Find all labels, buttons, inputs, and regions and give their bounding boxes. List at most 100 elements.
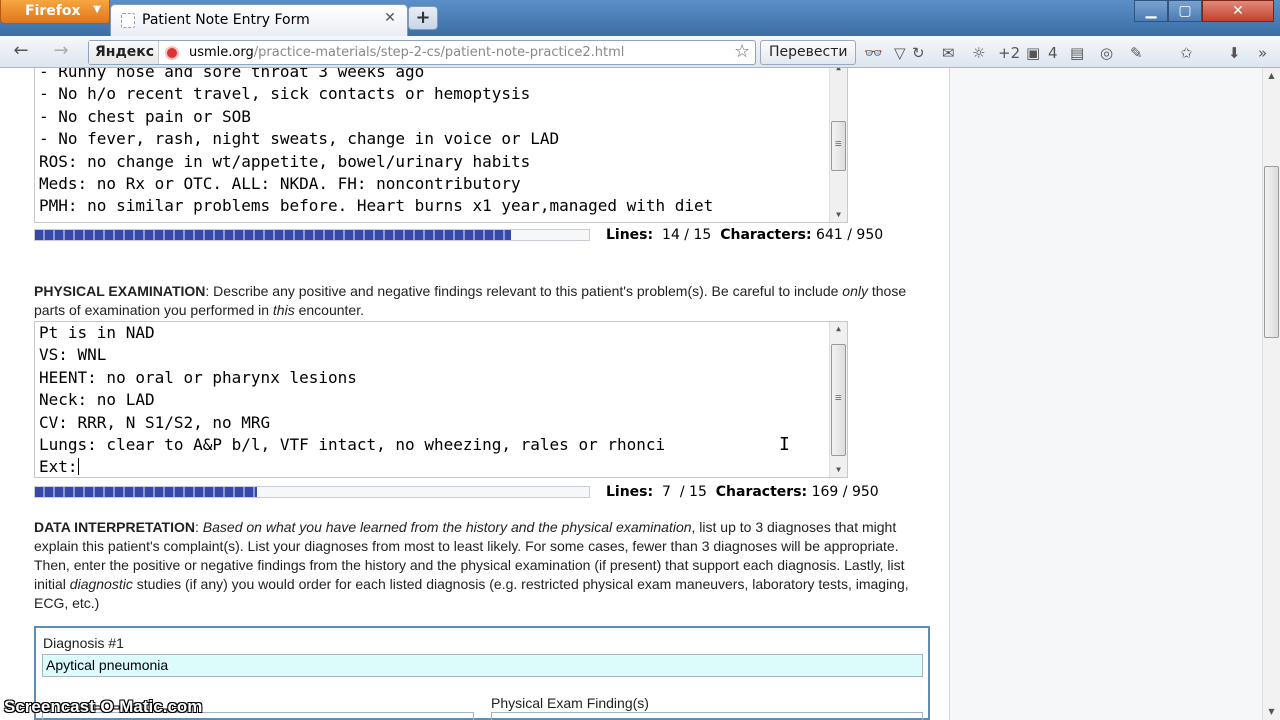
close-window-button[interactable]: ✕ xyxy=(1202,0,1274,22)
right-panel xyxy=(950,68,1262,720)
bookmark-star-icon[interactable]: ☆ xyxy=(734,41,750,62)
tab-title: Patient Note Entry Form xyxy=(142,12,310,28)
pe-line: VS: WNL xyxy=(39,345,107,365)
lines-label: Lines: xyxy=(606,484,654,500)
lines-max: 15 xyxy=(689,484,707,500)
history-scroll-thumb[interactable] xyxy=(831,121,846,171)
pe-line: Lungs: clear to A&P b/l, VTF intact, no … xyxy=(39,434,666,454)
navigation-toolbar: ← → Яндекс usmle.org/practice-materials/… xyxy=(0,36,1280,68)
glasses-icon[interactable]: 👓 xyxy=(864,43,883,63)
chars-value: 169 xyxy=(811,484,839,500)
page-favicon-icon xyxy=(121,13,135,28)
mail-icon[interactable]: ✉ xyxy=(942,43,955,63)
history-scrollbar[interactable]: ▲ ▼ xyxy=(829,68,847,222)
downloads-icon[interactable]: ⬇ xyxy=(1228,43,1241,63)
tab-close-icon[interactable]: ✕ xyxy=(383,11,397,26)
addon-icon[interactable]: ▤ xyxy=(1070,43,1084,63)
history-line: ROS: no change in wt/appetite, bowel/uri… xyxy=(39,151,531,171)
chars-max: 950 xyxy=(851,484,879,500)
tab-patient-note[interactable]: Patient Note Entry Form ✕ xyxy=(110,4,408,36)
pe-line: HEENT: no oral or pharynx lesions xyxy=(39,367,357,387)
history-line: - Runny nose and sore throat 3 weeks ago xyxy=(39,68,425,81)
chevron-down-icon: ▼ xyxy=(93,4,101,15)
url-text[interactable]: usmle.org/practice-materials/step-2-cs/p… xyxy=(189,45,624,60)
pe-progress-fill xyxy=(35,487,257,497)
sync-icon[interactable]: ◎ xyxy=(1100,43,1113,63)
reload-icon[interactable]: ↻ xyxy=(912,43,925,63)
physical-exam-instructions: PHYSICAL EXAMINATION: Describe any posit… xyxy=(34,282,930,320)
pe-counter: Lines: 7 / 15 Characters: 169 / 950 xyxy=(606,484,879,500)
physical-exam-textarea[interactable]: Pt is in NAD VS: WNL HEENT: no oral or p… xyxy=(34,321,848,478)
pe-line: Neck: no LAD xyxy=(39,390,155,410)
site-favicon-icon xyxy=(165,46,179,60)
physical-exam-heading: PHYSICAL EXAMINATION xyxy=(34,283,206,299)
overflow-icon[interactable]: » xyxy=(1258,43,1267,63)
url-host: usmle.org xyxy=(189,45,254,60)
lines-value: 14 xyxy=(662,227,680,243)
scroll-down-icon[interactable]: ▼ xyxy=(830,208,847,222)
bookmarks-menu-icon[interactable]: ✩ xyxy=(1180,43,1193,63)
ibeam-cursor-icon: I xyxy=(779,434,790,455)
diagnosis-label: Diagnosis #1 xyxy=(43,635,124,651)
scroll-up-icon[interactable]: ▲ xyxy=(830,322,847,336)
chars-label: Characters: xyxy=(715,484,808,500)
maximize-button[interactable]: ▢ xyxy=(1168,0,1202,22)
pe-scroll-thumb[interactable] xyxy=(831,344,846,456)
url-path: /practice-materials/step-2-cs/patient-no… xyxy=(253,45,625,60)
notes-icon[interactable]: ▣ xyxy=(1026,43,1040,63)
di-text-2: studies (if any) you would order for eac… xyxy=(34,576,909,611)
minimize-button[interactable]: ▁ xyxy=(1134,0,1168,22)
history-line: - No chest pain or SOB xyxy=(39,106,251,126)
back-arrow-icon[interactable]: ← xyxy=(10,42,32,62)
lines-label: Lines: xyxy=(606,227,654,243)
text-caret xyxy=(77,458,79,476)
history-line: - No h/o recent travel, sick contacts or… xyxy=(39,84,531,104)
firefox-menu-button[interactable]: Firefox ▼ xyxy=(0,0,110,24)
pe-instruction-em-2: this xyxy=(272,302,295,318)
history-textarea[interactable]: - Runny nose and sore throat 3 weeks ago… xyxy=(34,68,848,223)
chars-value: 641 xyxy=(816,227,843,243)
weather-badge: +2 xyxy=(998,44,1021,62)
form-panel: - Runny nose and sore throat 3 weeks ago… xyxy=(0,68,950,720)
page-scroll-thumb[interactable] xyxy=(1264,166,1279,338)
history-progress-bar xyxy=(34,229,590,241)
yandex-label: Яндекс xyxy=(95,44,155,60)
history-counter: Lines: 14 / 15 Characters: 641 / 950 xyxy=(606,227,884,243)
physical-exam-scrollbar[interactable]: ▲ ▼ xyxy=(829,322,847,477)
data-interpretation-instructions: DATA INTERPRETATION: Based on what you h… xyxy=(34,519,909,611)
pe-line-with-caret: Ext: xyxy=(35,456,847,477)
translate-button[interactable]: Перевести xyxy=(760,40,856,65)
pe-line: Pt is in NAD xyxy=(39,323,155,342)
pe-findings-field[interactable] xyxy=(491,712,923,720)
page-scrollbar[interactable]: ▲ ▼ xyxy=(1262,68,1280,720)
pe-instruction-1: : Describe any positive and negative fin… xyxy=(205,283,843,299)
chars-max: 950 xyxy=(856,227,884,243)
notes-badge: 4 xyxy=(1048,44,1058,62)
pe-progress-bar xyxy=(34,486,590,498)
scroll-down-icon[interactable]: ▼ xyxy=(830,463,847,477)
address-bar[interactable]: Яндекс usmle.org/practice-materials/step… xyxy=(88,40,756,65)
scroll-down-icon[interactable]: ▼ xyxy=(1263,704,1280,720)
history-line: - No fever, rash, night sweats, change i… xyxy=(39,129,560,149)
di-em-2: diagnostic xyxy=(69,576,133,592)
pe-instruction-3: encounter. xyxy=(294,302,364,318)
pe-instruction-em-1: only xyxy=(842,283,868,299)
diagnosis-1-input[interactable]: Apytical pneumonia xyxy=(42,654,923,677)
scroll-up-icon[interactable]: ▲ xyxy=(830,68,847,75)
pe-findings-label: Physical Exam Finding(s) xyxy=(491,695,649,711)
history-line: Meds: no Rx or OTC. ALL: NKDA. FH: nonco… xyxy=(39,173,521,193)
pe-line: CV: RRR, N S1/S2, no MRG xyxy=(39,412,271,432)
data-interpretation-heading: DATA INTERPRETATION xyxy=(34,519,195,535)
translate-addon-icon[interactable]: ✎ xyxy=(1130,43,1143,63)
forward-arrow-icon[interactable]: → xyxy=(50,42,72,62)
yandex-brand[interactable]: Яндекс xyxy=(89,41,159,64)
dropdown-arrow-icon[interactable]: ▽ xyxy=(894,43,906,63)
scroll-up-icon[interactable]: ▲ xyxy=(1263,68,1280,84)
page-content: - Runny nose and sore throat 3 weeks ago… xyxy=(0,68,1262,720)
new-tab-button[interactable]: + xyxy=(408,6,438,30)
title-bar: Firefox ▼ Patient Note Entry Form ✕ + ▁ … xyxy=(0,0,1280,36)
lines-max: 15 xyxy=(693,227,712,243)
weather-sun-icon[interactable]: ☼ xyxy=(972,43,985,63)
firefox-menu-label: Firefox xyxy=(25,3,81,19)
di-em-1: Based on what you have learned from the … xyxy=(202,519,692,535)
